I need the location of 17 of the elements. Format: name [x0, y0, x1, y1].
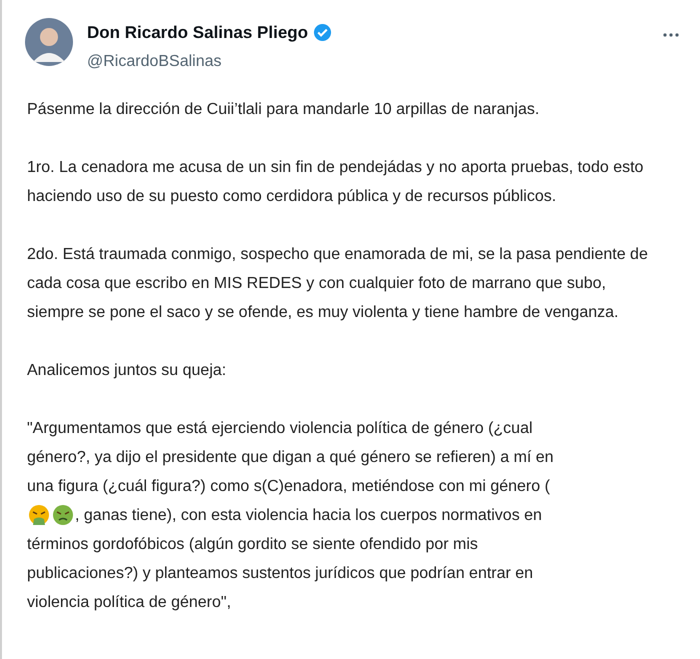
author-name[interactable]: Don Ricardo Salinas Pliego	[87, 20, 308, 46]
quote-line: violencia política de género",	[27, 592, 232, 612]
quote-line: "Argumentamos que está ejerciendo violencia política de género (¿cual	[27, 418, 533, 438]
tweet-paragraph: 1ro. La cenadora me acusa de un sin fin de pendejádas y no aporta pruebas, todo esto haciendo uso de su puesto como cerdidora pública y de recursos públicos.	[27, 158, 644, 206]
quote-line: género?, ya dijo el presidente que digan a qué género se refieren) a mí en	[27, 448, 554, 468]
author-handle[interactable]: @RicardoBSalinas	[87, 50, 332, 74]
tweet-paragraph: 2do. Está traumada conmigo, sospecho que enamorada de mi, se la pasa pendiente de cada cosa que escribo en MIS REDES y con cualquier foto de marrano que subo, siempre se pone el saco y se ofende, es muy violenta y tiene hambre de venganza.	[27, 244, 649, 322]
quote-line: , ganas tiene), con esta violencia hacia los cuerpos normativos en	[75, 506, 542, 526]
avatar[interactable]	[25, 18, 73, 66]
quote-line: una figura (¿cuál figura?) como s(C)enadora, metiéndose con mi género (	[27, 476, 550, 496]
tweet-paragraph: Analicemos juntos su queja:	[27, 360, 228, 380]
tweet-paragraph: Pásenme la dirección de Cuii’tlali para mandarle 10 arpillas de naranjas.	[27, 100, 540, 120]
more-options-icon[interactable]	[662, 32, 680, 38]
vomiting-face-icon	[28, 504, 50, 526]
nauseated-face-icon	[52, 504, 74, 526]
quote-line: publicaciones?) y planteamos sustentos jurídicos que podrían entrar en	[27, 564, 534, 584]
quote-line: términos gordofóbicos (algún gordito se siente ofendido por mis	[27, 534, 478, 554]
